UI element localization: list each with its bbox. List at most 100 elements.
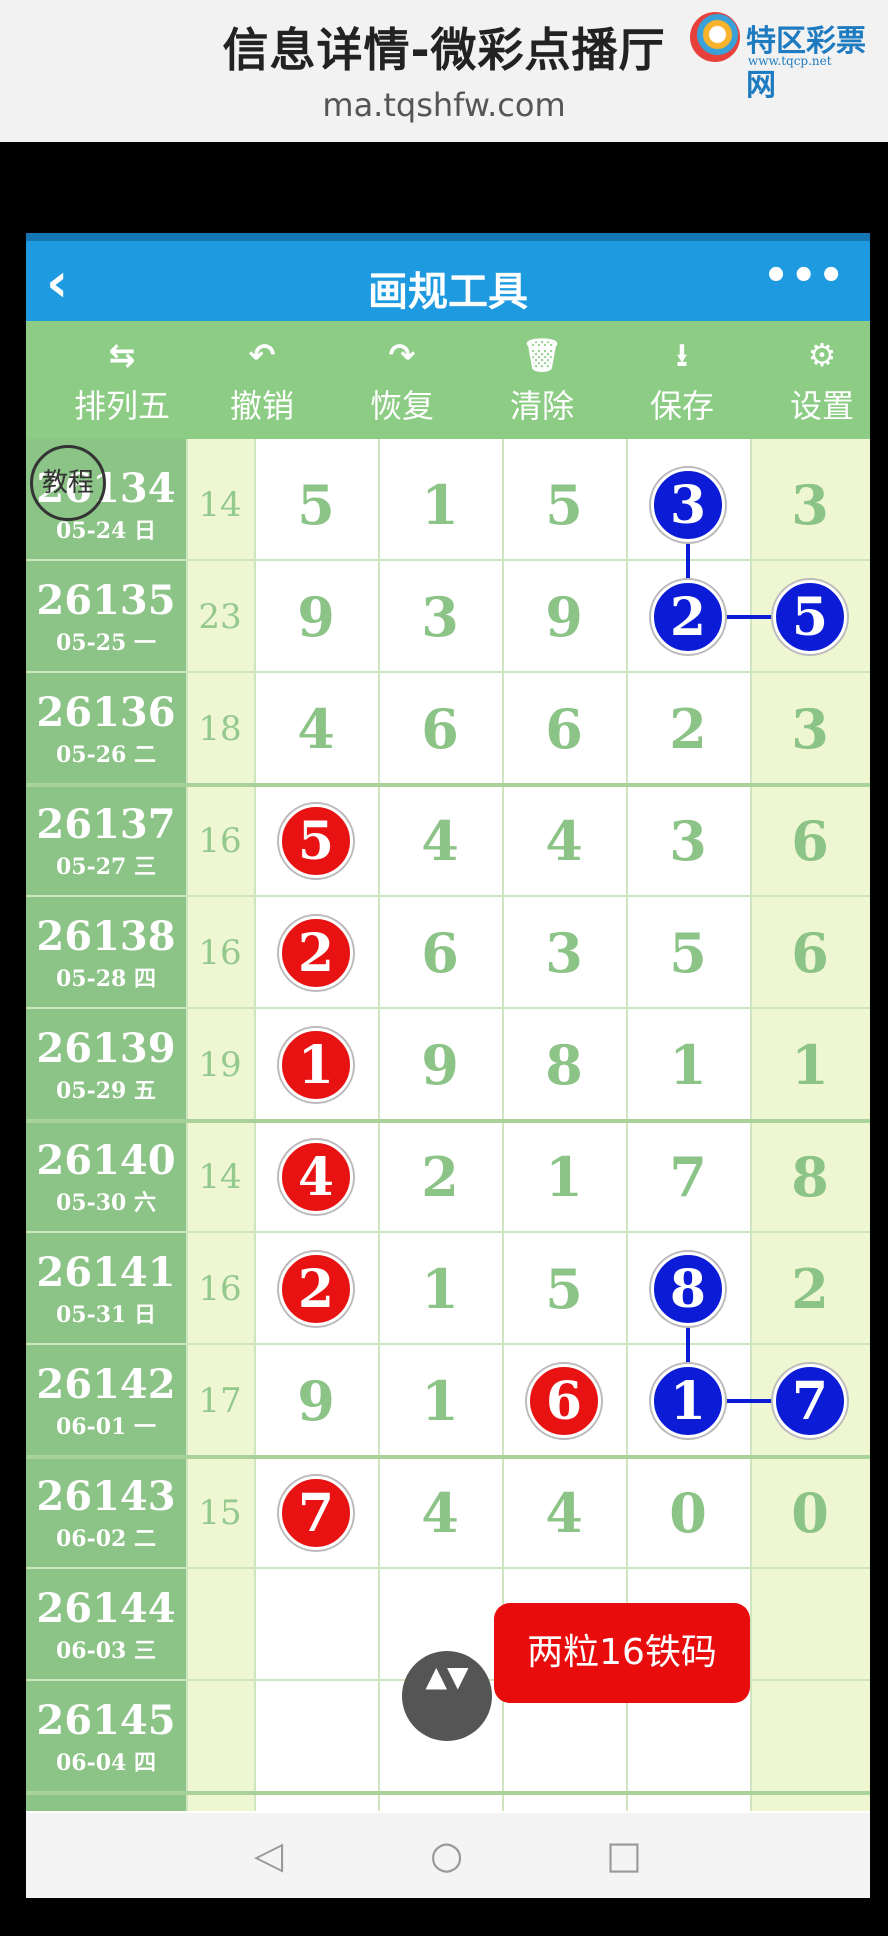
digit-cell[interactable] xyxy=(254,1569,378,1681)
digit-cell[interactable]: 5 xyxy=(502,449,626,561)
digit-cell[interactable]: 3 xyxy=(626,785,750,897)
system-nav: ◁ ○ □ xyxy=(26,1813,870,1898)
sum-cell xyxy=(186,1569,254,1681)
digit-cell[interactable]: 5 xyxy=(254,449,378,561)
sum-cell: 16 xyxy=(198,821,242,861)
digit-cell[interactable]: 4 xyxy=(378,1457,502,1569)
sys-back-icon[interactable]: ◁ xyxy=(254,1833,283,1877)
period-date: 05-26 二 xyxy=(55,742,157,768)
digit-cell[interactable]: 4 xyxy=(254,673,378,785)
digit-cell[interactable]: 3 xyxy=(750,673,870,785)
digit-cell[interactable]: 1 xyxy=(378,449,502,561)
digit-cell[interactable]: 6 xyxy=(378,897,502,1009)
period-date: 06-01 一 xyxy=(55,1414,157,1440)
period-number: 26137 xyxy=(36,801,176,848)
scroll-toggle-icon[interactable]: ▲▼ xyxy=(402,1651,492,1741)
digit-cell[interactable]: 2 xyxy=(626,673,750,785)
period-number: 26141 xyxy=(36,1249,176,1296)
marked-ball-red[interactable]: 7 xyxy=(279,1476,353,1550)
sum-cell: 18 xyxy=(198,709,242,749)
tool-settings[interactable]: ⚙ 设置 xyxy=(752,321,870,439)
digit-cell[interactable]: 6 xyxy=(750,897,870,1009)
digit-cell[interactable]: 6 xyxy=(378,673,502,785)
marked-ball-red[interactable]: 2 xyxy=(279,1252,353,1326)
marked-ball-blue[interactable]: 1 xyxy=(651,1364,725,1438)
tool-redo[interactable]: ↷ 恢复 xyxy=(332,321,472,439)
site-logo: 特区彩票网 www.tqcp.net xyxy=(690,12,880,103)
tip-label[interactable]: 两粒16铁码 xyxy=(494,1603,750,1703)
period-date: 05-24 日 xyxy=(55,518,157,544)
logo-subtext: www.tqcp.net xyxy=(748,54,832,68)
period-cell: 26139 05-29 五 xyxy=(26,1009,186,1121)
period-cell: 26145 06-04 四 xyxy=(26,1681,186,1793)
digit-cell[interactable]: 9 xyxy=(254,561,378,673)
tool-undo[interactable]: ↶ 撤销 xyxy=(192,321,332,439)
period-cell: 26143 06-02 二 xyxy=(26,1457,186,1569)
nav-title: 画规工具 xyxy=(368,269,528,315)
sum-cell: 23 xyxy=(198,597,242,637)
digit-cell[interactable]: 5 xyxy=(502,1233,626,1345)
digit-cell[interactable]: 1 xyxy=(626,1009,750,1121)
digit-cell[interactable] xyxy=(254,1681,378,1793)
digit-cell[interactable] xyxy=(750,1569,870,1681)
digit-cell[interactable]: 1 xyxy=(378,1233,502,1345)
digit-cell[interactable]: 8 xyxy=(750,1121,870,1233)
marked-ball-red[interactable]: 2 xyxy=(279,916,353,990)
marked-ball-blue[interactable]: 7 xyxy=(773,1364,847,1438)
marked-ball-blue[interactable]: 5 xyxy=(773,580,847,654)
sys-recent-icon[interactable]: □ xyxy=(606,1833,642,1877)
gear-icon: ⚙ xyxy=(807,336,837,374)
digit-cell[interactable]: 5 xyxy=(626,897,750,1009)
navbar: ‹ 画规工具 ••• xyxy=(26,233,870,321)
digit-cell[interactable]: 9 xyxy=(254,1345,378,1457)
tutorial-badge[interactable]: 教程 xyxy=(30,445,106,521)
digit-cell[interactable]: 6 xyxy=(750,785,870,897)
digit-cell[interactable]: 4 xyxy=(502,785,626,897)
digit-cell[interactable]: 0 xyxy=(750,1457,870,1569)
tool-save[interactable]: ⭳ 保存 xyxy=(612,321,752,439)
sys-home-icon[interactable]: ○ xyxy=(430,1833,463,1877)
marked-ball-red[interactable]: 5 xyxy=(279,804,353,878)
period-cell: 26136 05-26 二 xyxy=(26,673,186,785)
digit-cell[interactable]: 2 xyxy=(378,1121,502,1233)
toolbar: ⇆ 排列五 ↶ 撤销 ↷ 恢复 🗑 清除 ⭳ 保存 ⚙ 设置 xyxy=(26,321,870,439)
digit-cell[interactable]: 3 xyxy=(750,449,870,561)
digit-cell[interactable]: 2 xyxy=(750,1233,870,1345)
sum-cell: 14 xyxy=(198,485,242,525)
digit-cell[interactable]: 3 xyxy=(378,561,502,673)
digit-cell[interactable]: 8 xyxy=(502,1009,626,1121)
period-date: 05-27 三 xyxy=(55,854,157,880)
download-icon: ⭳ xyxy=(676,336,688,374)
period-date: 06-03 三 xyxy=(55,1638,157,1664)
digit-cell[interactable] xyxy=(750,1681,870,1793)
period-number: 26135 xyxy=(36,577,176,624)
digit-cell[interactable]: 1 xyxy=(750,1009,870,1121)
digit-cell[interactable]: 9 xyxy=(378,1009,502,1121)
digit-cell[interactable]: 7 xyxy=(626,1121,750,1233)
period-date: 06-02 二 xyxy=(55,1526,157,1552)
period-cell: 26140 05-30 六 xyxy=(26,1121,186,1233)
more-icon[interactable]: ••• xyxy=(763,253,846,299)
period-date: 05-25 一 xyxy=(55,630,157,656)
digit-cell[interactable]: 9 xyxy=(502,561,626,673)
tool-clear[interactable]: 🗑 清除 xyxy=(472,321,612,439)
sum-cell: 15 xyxy=(198,1493,242,1533)
marked-ball-red[interactable]: 1 xyxy=(279,1028,353,1102)
digit-cell[interactable]: 1 xyxy=(502,1121,626,1233)
digit-cell[interactable]: 1 xyxy=(378,1345,502,1457)
marked-ball-blue[interactable]: 8 xyxy=(651,1252,725,1326)
tool-pailie5[interactable]: ⇆ 排列五 xyxy=(52,321,192,439)
digit-cell[interactable]: 4 xyxy=(502,1457,626,1569)
marked-ball-blue[interactable]: 2 xyxy=(651,580,725,654)
digit-cell[interactable]: 0 xyxy=(626,1457,750,1569)
marked-ball-red[interactable]: 6 xyxy=(527,1364,601,1438)
app-frame: ‹ 画规工具 ••• ⇆ 排列五 ↶ 撤销 ↷ 恢复 🗑 清除 ⭳ 保存 ⚙ 设… xyxy=(26,233,870,1898)
period-date: 05-31 日 xyxy=(55,1302,157,1328)
marked-ball-red[interactable]: 4 xyxy=(279,1140,353,1214)
undo-icon: ↶ xyxy=(248,336,276,374)
digit-cell[interactable]: 6 xyxy=(502,673,626,785)
marked-ball-blue[interactable]: 3 xyxy=(651,468,725,542)
digit-cell[interactable]: 4 xyxy=(378,785,502,897)
digit-cell[interactable]: 3 xyxy=(502,897,626,1009)
sum-cell: 19 xyxy=(198,1045,242,1085)
